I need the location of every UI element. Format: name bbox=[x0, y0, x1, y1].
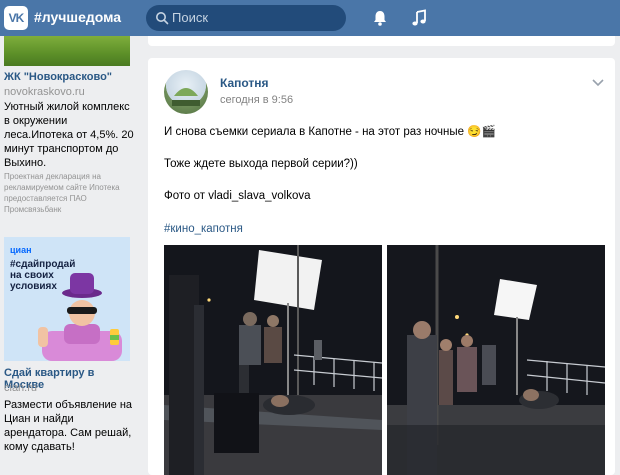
post-photo-credit: Фото от vladi_slava_volkova bbox=[164, 190, 311, 202]
ad-text[interactable]: Уютный жилой комплекс в окружении леса.И… bbox=[4, 100, 136, 170]
ads-sidebar: ЖК "Новокрасково" novokraskovo.ru Уютный… bbox=[0, 36, 138, 475]
ad-text[interactable]: Размести объявление на Циан и найди арен… bbox=[4, 398, 136, 454]
vk-logo[interactable]: VK bbox=[4, 6, 28, 30]
post-photo-2[interactable] bbox=[387, 245, 605, 475]
photo-night-filming-2 bbox=[387, 245, 605, 475]
author-avatar[interactable] bbox=[164, 70, 208, 114]
previous-post-bottom bbox=[148, 36, 615, 46]
ad-image-cian[interactable]: циан #сдайпродай на своих условиях bbox=[4, 237, 130, 361]
ad-domain[interactable]: cian.ru bbox=[4, 382, 37, 394]
banner-character-illustration bbox=[38, 273, 122, 361]
post-photo-1[interactable] bbox=[164, 245, 382, 475]
ad-image-novokraskovo[interactable] bbox=[4, 36, 130, 66]
chevron-down-icon[interactable] bbox=[591, 78, 605, 88]
search-input[interactable]: Поиск bbox=[146, 5, 346, 31]
photo-night-filming-1 bbox=[164, 245, 382, 475]
post-time[interactable]: сегодня в 9:56 bbox=[220, 94, 293, 106]
photo-credit-prefix: Фото от bbox=[164, 190, 209, 202]
cian-logo: циан bbox=[10, 245, 32, 255]
search-placeholder: Поиск bbox=[172, 10, 209, 25]
post-text-line: Тоже ждете выхода первой серии?)) bbox=[164, 158, 358, 170]
photo-author-link[interactable]: vladi_slava_volkova bbox=[208, 190, 310, 202]
search-icon bbox=[156, 12, 169, 25]
music-icon[interactable] bbox=[409, 8, 429, 28]
ad-title[interactable]: ЖК "Новокрасково" bbox=[4, 71, 134, 83]
top-header: VK #лучшедома Поиск bbox=[0, 0, 620, 36]
ad-domain[interactable]: novokraskovo.ru bbox=[4, 86, 85, 98]
avatar-image bbox=[172, 88, 200, 106]
post-author[interactable]: Капотня bbox=[220, 76, 269, 90]
wall-post: Капотня сегодня в 9:56 И снова съемки се… bbox=[148, 58, 615, 475]
ad-disclaimer: Проектная декларация на рекламируемом са… bbox=[4, 172, 120, 214]
post-hashtag[interactable]: #кино_капотня bbox=[164, 223, 243, 235]
bell-icon[interactable] bbox=[370, 8, 390, 28]
post-text-line: И снова съемки сериала в Капотне - на эт… bbox=[164, 126, 496, 138]
page-hashtag-title[interactable]: #лучшедома bbox=[34, 9, 121, 25]
